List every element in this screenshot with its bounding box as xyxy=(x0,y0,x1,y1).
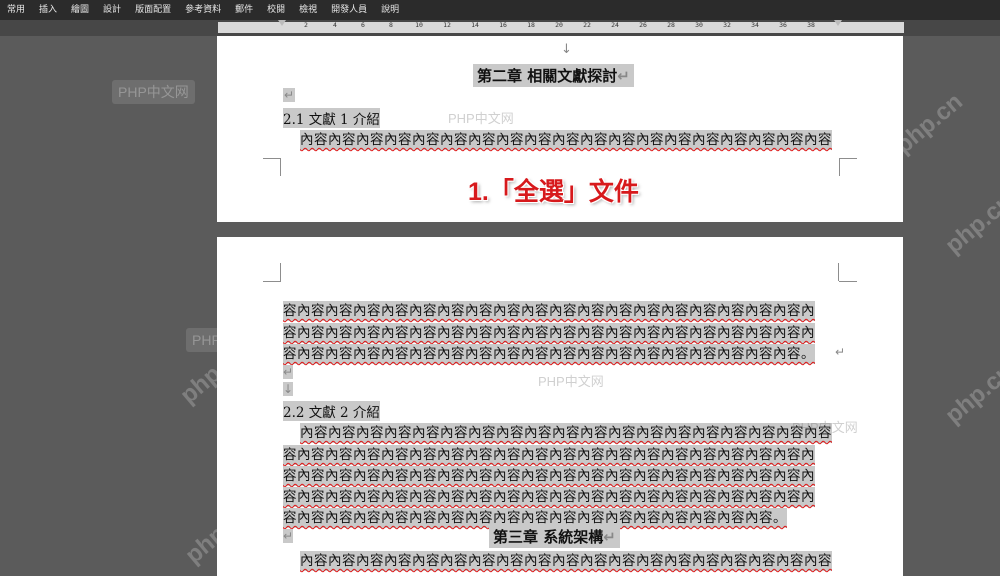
watermark: php.cn xyxy=(940,357,1000,430)
ribbon-tab-bar: 常用 插入 繪圖 設計 版面配置 參考資料 郵件 校閱 檢視 開發人員 說明 xyxy=(0,0,1000,20)
body-text-line[interactable]: 內容內容內容內容內容內容內容內容內容內容內容內容內容內容內容內容內容內容內容 xyxy=(300,423,832,443)
chapter-2-heading-text: 第二章 相關文獻探討 xyxy=(477,67,618,85)
watermark: php.cn xyxy=(940,187,1000,260)
margin-corner-mark xyxy=(839,158,857,159)
line-break-mark: ↓ xyxy=(283,382,294,396)
tab-layout[interactable]: 版面配置 xyxy=(128,0,178,20)
paragraph-mark: ↵ xyxy=(283,88,296,102)
ruler-mark: 38 xyxy=(807,21,815,29)
margin-corner-mark xyxy=(839,158,840,176)
paragraph-mark: ↵ xyxy=(835,345,846,359)
tab-design[interactable]: 設計 xyxy=(96,0,128,20)
margin-corner-mark xyxy=(263,281,281,282)
ruler-mark: 2 xyxy=(304,21,308,29)
ruler-mark: 16 xyxy=(499,21,507,29)
ruler-mark: 18 xyxy=(527,21,535,29)
watermark: PHP中文网 xyxy=(112,80,195,104)
body-text-line[interactable]: 容內容內容內容內容內容內容內容內容內容內容內容內容內容內容內容內容內容內容內 xyxy=(283,445,815,465)
ruler-mark: 4 xyxy=(333,21,337,29)
ruler-mark: 8 xyxy=(389,21,393,29)
body-text-line[interactable]: 內容內容內容內容內容內容內容內容內容內容內容內容內容內容內容內容內容內容內容 xyxy=(300,130,832,150)
tab-review[interactable]: 校閱 xyxy=(260,0,292,20)
ruler-mark: 32 xyxy=(723,21,731,29)
tab-draw[interactable]: 繪圖 xyxy=(64,0,96,20)
tab-references[interactable]: 參考資料 xyxy=(178,0,228,20)
ruler-mark: 30 xyxy=(695,21,703,29)
ruler-mark: 14 xyxy=(471,21,479,29)
horizontal-ruler[interactable]: 2 4 6 8 10 12 14 16 18 20 22 24 26 28 30… xyxy=(0,20,1000,36)
body-text-line[interactable]: 容內容內容內容內容內容內容內容內容內容內容內容內容內容內容內容內容內容內容內 xyxy=(283,301,815,321)
ruler-mark: 6 xyxy=(361,21,365,29)
tab-developer[interactable]: 開發人員 xyxy=(324,0,374,20)
section-2-1-heading[interactable]: 2.1 文獻 1 介紹 xyxy=(283,108,380,128)
ruler-mark: 26 xyxy=(639,21,647,29)
tab-view[interactable]: 檢視 xyxy=(292,0,324,20)
watermark: PHP中文网 xyxy=(538,374,604,389)
tab-home[interactable]: 常用 xyxy=(0,0,32,20)
document-page-2[interactable]: 容內容內容內容內容內容內容內容內容內容內容內容內容內容內容內容內容內容內容內 容… xyxy=(217,237,903,576)
body-text-line[interactable]: 內容內容內容內容內容內容內容內容內容內容內容內容內容內容內容內容內容內容內容 xyxy=(300,551,832,571)
tab-mailings[interactable]: 郵件 xyxy=(228,0,260,20)
paragraph-mark: ↵ xyxy=(283,365,294,379)
tab-insert[interactable]: 插入 xyxy=(32,0,64,20)
body-text-line[interactable]: 容內容內容內容內容內容內容內容內容內容內容內容內容內容內容內容內容內容內容。 xyxy=(283,344,815,364)
left-indent-handle[interactable] xyxy=(278,20,286,26)
margin-corner-mark xyxy=(263,158,281,177)
ruler-mark: 10 xyxy=(415,21,423,29)
watermark: PHP中文网 xyxy=(792,420,858,435)
margin-corner-mark xyxy=(839,281,857,282)
tab-help[interactable]: 說明 xyxy=(374,0,406,20)
margin-corner-mark xyxy=(280,158,299,176)
section-2-2-heading[interactable]: 2.2 文獻 2 介紹 xyxy=(283,401,380,421)
margin-corner-mark xyxy=(838,263,839,281)
ruler-mark: 20 xyxy=(555,21,563,29)
paragraph-mark: ↵ xyxy=(617,67,630,85)
paragraph-mark: ↵ xyxy=(603,528,616,546)
ruler-mark: 34 xyxy=(751,21,759,29)
section-break-mark: ↓ xyxy=(561,42,572,57)
paragraph-mark: ↵ xyxy=(283,529,294,543)
chapter-3-heading[interactable]: 第三章 系統架構↵ xyxy=(489,525,620,548)
chapter-2-heading[interactable]: 第二章 相關文獻探討↵ xyxy=(473,64,634,87)
body-text-line[interactable]: 容內容內容內容內容內容內容內容內容內容內容內容內容內容內容內容內容內容內容內 xyxy=(283,487,815,507)
body-text-line[interactable]: 容內容內容內容內容內容內容內容內容內容內容內容內容內容內容內容內容內容內容內 xyxy=(283,466,815,486)
ruler-mark: 28 xyxy=(667,21,675,29)
ruler-mark: 12 xyxy=(443,21,451,29)
ruler-mark: 36 xyxy=(779,21,787,29)
right-indent-handle[interactable] xyxy=(834,20,842,26)
ruler-mark: 22 xyxy=(583,21,591,29)
instruction-overlay-text: 1.「全選」文件 xyxy=(468,178,639,206)
body-text-line[interactable]: 容內容內容內容內容內容內容內容內容內容內容內容內容內容內容內容內容內容內容內 xyxy=(283,323,815,343)
chapter-3-heading-text: 第三章 系統架構 xyxy=(493,528,604,546)
watermark: PHP中文网 xyxy=(448,111,514,126)
ruler-mark: 24 xyxy=(611,21,619,29)
margin-corner-mark xyxy=(280,263,281,281)
